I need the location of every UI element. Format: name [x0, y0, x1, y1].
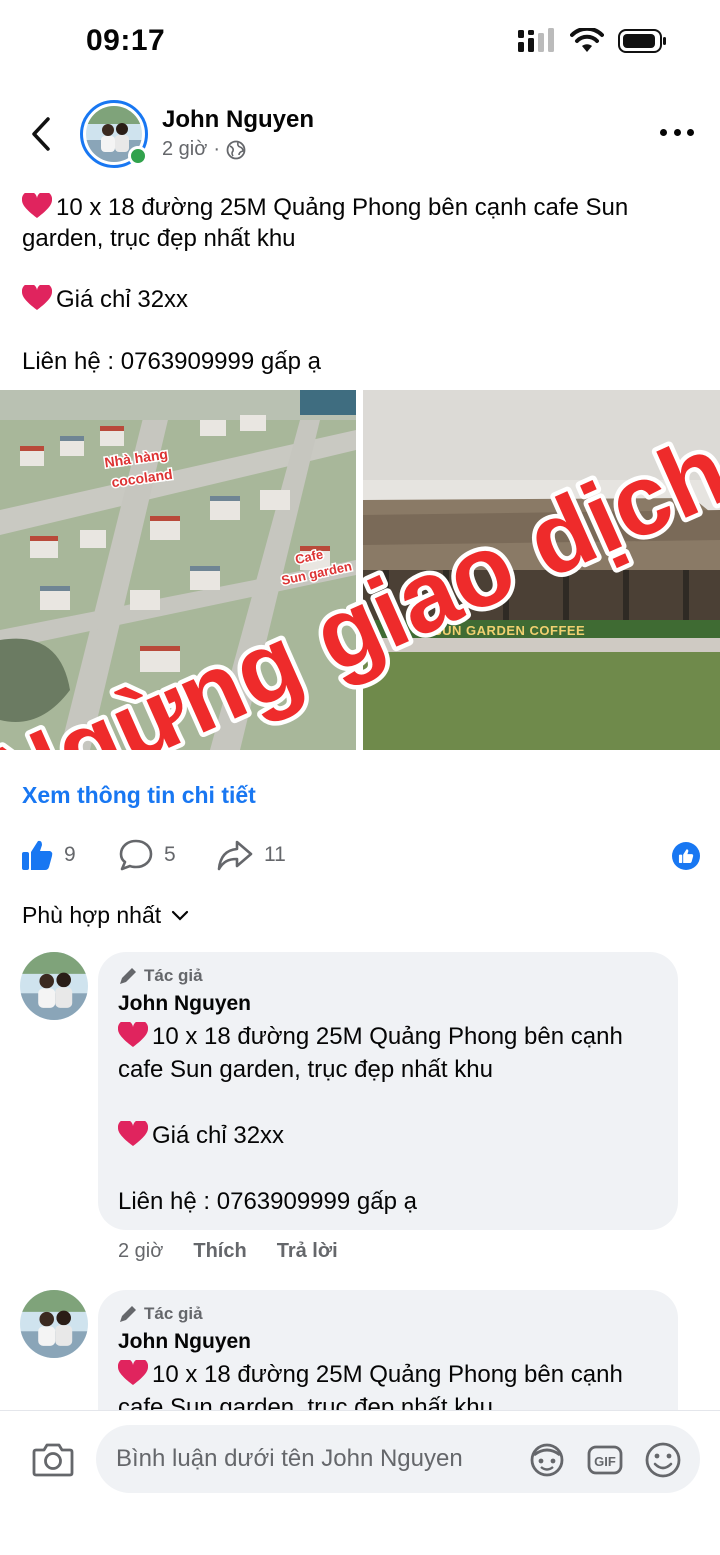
more-dot [673, 128, 681, 136]
status-icons [518, 28, 668, 54]
avatar-photo-icon [20, 952, 88, 1020]
author-name[interactable]: John Nguyen [162, 106, 314, 134]
reaction-summary-badge[interactable] [672, 842, 700, 870]
like-action[interactable]: 9 [20, 838, 76, 872]
status-bar: 09:17 [0, 0, 720, 88]
comment-input[interactable]: Bình luận dưới tên John Nguyen GIF [96, 1425, 700, 1493]
heart-icon [21, 191, 56, 223]
post-images[interactable]: Nhà hàng cocoland Cafe Sun garden SUN GA… [0, 390, 720, 750]
online-status-dot [128, 146, 148, 166]
gif-icon[interactable]: GIF [586, 1441, 624, 1479]
meta-separator: · [213, 138, 221, 160]
commenter-name[interactable]: John Nguyen [118, 992, 658, 1016]
pen-icon [120, 968, 136, 984]
comment-time: 2 giờ [118, 1240, 164, 1262]
thumbs-up-icon [22, 840, 53, 870]
share-action[interactable]: 11 [216, 838, 286, 872]
author-tag: Tác giả [118, 1304, 658, 1324]
comment-count: 5 [164, 843, 176, 866]
cellular-signal-icon [518, 28, 554, 52]
comment-reply-button[interactable]: Trả lời [277, 1240, 338, 1263]
chevron-down-icon [172, 910, 189, 921]
comment-actions: 2 giờ Thích Trả lời [118, 1240, 338, 1263]
post-header: John Nguyen 2 giờ · [0, 94, 720, 174]
see-more-link[interactable]: Xem thông tin chi tiết [22, 782, 256, 809]
reactions-bar: 9 5 11 [0, 830, 720, 882]
sort-label: Phù hợp nhất [22, 902, 162, 928]
pen-icon [120, 1306, 136, 1322]
share-icon [217, 840, 253, 871]
commenter-avatar[interactable] [20, 952, 88, 1020]
comment-input-placeholder: Bình luận dưới tên John Nguyen [116, 1445, 463, 1472]
commenter-name[interactable]: John Nguyen [118, 1330, 658, 1354]
globe-icon [226, 140, 246, 159]
share-count: 11 [264, 843, 286, 866]
heart-icon [117, 1358, 152, 1391]
comment-sort-dropdown[interactable]: Phù hợp nhất [22, 902, 189, 929]
more-dot [660, 128, 667, 136]
comment-composer: Bình luận dưới tên John Nguyen GIF [0, 1410, 720, 1555]
heart-icon [21, 283, 56, 315]
heart-icon [117, 1020, 152, 1053]
status-time: 09:17 [86, 24, 166, 57]
post-line-1: 10 x 18 đường 25M Quảng Phong bên cạnh c… [21, 191, 702, 254]
aerial-map-photo[interactable]: Nhà hàng cocoland Cafe Sun garden [0, 390, 356, 750]
comment-bubble[interactable]: Tác giả John Nguyen 10 x 18 đường 25M Qu… [98, 952, 678, 1230]
emoji-icon[interactable] [644, 1441, 682, 1479]
comment-action[interactable]: 5 [118, 838, 176, 872]
more-dot [687, 128, 694, 136]
post-meta: 2 giờ · [162, 138, 246, 161]
comment-text: 10 x 18 đường 25M Quảng Phong bên cạnh c… [117, 1020, 658, 1218]
avatar-sticker-icon[interactable] [528, 1441, 566, 1479]
cafe-photo[interactable]: SUN GARDEN COFFEE [363, 390, 720, 750]
chevron-left-icon [32, 117, 50, 151]
heart-icon [117, 1119, 152, 1152]
author-tag: Tác giả [118, 966, 658, 986]
post-line-3: Liên hệ : 0763909999 gấp ạ [22, 348, 321, 375]
comment-like-button[interactable]: Thích [193, 1240, 246, 1263]
battery-icon [618, 29, 666, 53]
more-options-button[interactable] [660, 120, 694, 144]
commenter-avatar[interactable] [20, 1290, 88, 1358]
post-line-2: Giá chỉ 32xx [21, 283, 188, 315]
wifi-icon [570, 28, 604, 52]
camera-icon[interactable] [32, 1441, 74, 1477]
back-button[interactable] [24, 112, 58, 156]
thumbs-up-icon [678, 849, 694, 864]
cafe-sign: SUN GARDEN COFFEE [433, 623, 585, 638]
avatar-photo-icon [20, 1290, 88, 1358]
post-time: 2 giờ [162, 138, 208, 160]
comment-icon [119, 839, 153, 871]
like-count: 9 [64, 843, 76, 866]
svg-text:GIF: GIF [594, 1454, 616, 1469]
